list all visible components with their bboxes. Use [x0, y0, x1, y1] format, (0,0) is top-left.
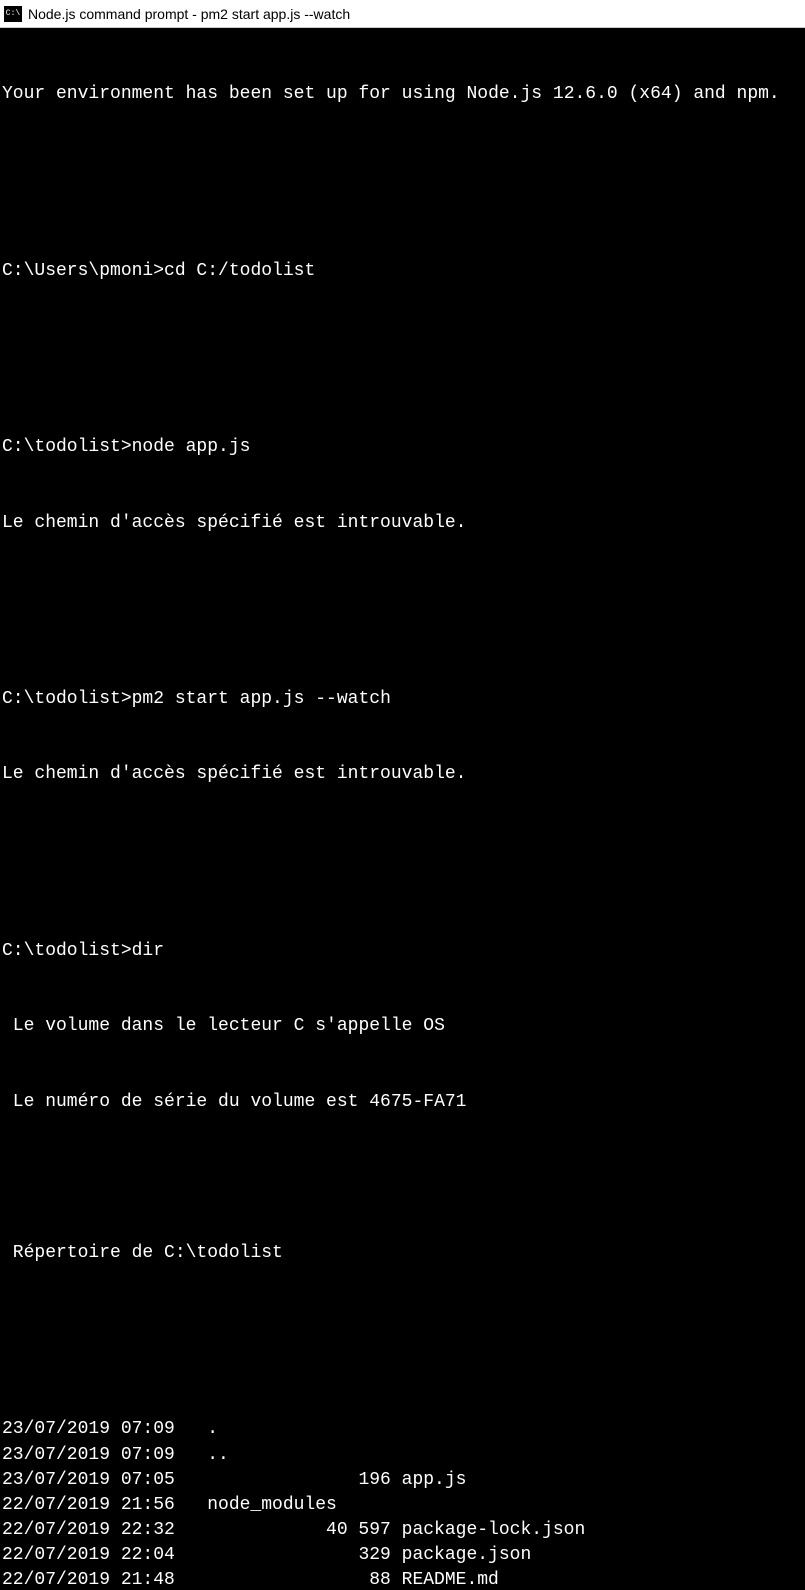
entry-dir-flag [196, 1468, 293, 1493]
prompt-line: C:\Users\pmoni>cd C:/todolist [2, 259, 803, 284]
entry-size: 40 597 [294, 1518, 402, 1543]
entry-size: 196 [294, 1468, 402, 1493]
error-message: Le chemin d'accès spécifié est introuvab… [2, 511, 803, 536]
entry-name: package-lock.json [402, 1518, 803, 1543]
dir-entry: 22/07/201921:48 88README.md [2, 1568, 803, 1590]
window-title: Node.js command prompt - pm2 start app.j… [28, 6, 350, 22]
entry-name: . [207, 1419, 218, 1439]
entry-size [196, 1445, 207, 1465]
prompt-line: C:\todolist>pm2 start app.js --watch [2, 687, 803, 712]
blank-line [2, 1165, 803, 1190]
setup-message: Your environment has been set up for usi… [2, 82, 803, 107]
entry-time: 07:05 [121, 1468, 197, 1493]
volume-label: Le volume dans le lecteur C s'appelle OS [2, 1014, 803, 1039]
entry-dir-flag: node_modules [196, 1493, 293, 1518]
entry-time: 22:04 [121, 1543, 197, 1568]
dir-entry: 23/07/201907:05 196app.js [2, 1468, 803, 1493]
entry-name: README.md [402, 1568, 803, 1590]
prompt: C:\todolist> [2, 941, 132, 961]
blank-line [2, 158, 803, 183]
command: node app.js [132, 437, 251, 457]
error-message: Le chemin d'accès spécifié est introuvab… [2, 762, 803, 787]
dir-entry: 22/07/201921:56node_modules [2, 1493, 803, 1518]
entry-dir-flag [196, 1518, 293, 1543]
entry-time: 21:56 [121, 1493, 197, 1518]
prompt-line: C:\todolist>dir [2, 939, 803, 964]
entry-time: 07:09 [121, 1443, 197, 1468]
entry-date: 22/07/2019 [2, 1568, 121, 1590]
prompt-line: C:\todolist>node app.js [2, 435, 803, 460]
entry-time: 22:32 [121, 1518, 197, 1543]
entry-size [196, 1495, 207, 1515]
command: pm2 start app.js --watch [132, 689, 391, 709]
entry-date: 22/07/2019 [2, 1518, 121, 1543]
blank-line [2, 1317, 803, 1342]
command: cd C:/todolist [164, 261, 315, 281]
entry-date: 22/07/2019 [2, 1493, 121, 1518]
blank-line [2, 586, 803, 611]
entry-size: 329 [294, 1543, 402, 1568]
prompt: C:\todolist> [2, 437, 132, 457]
entry-name: .. [207, 1445, 229, 1465]
directory-of: Répertoire de C:\todolist [2, 1241, 803, 1266]
volume-serial: Le numéro de série du volume est 4675-FA… [2, 1090, 803, 1115]
entry-name: app.js [402, 1468, 803, 1493]
entry-time: 07:09 [121, 1417, 197, 1442]
entry-date: 23/07/2019 [2, 1468, 121, 1493]
blank-line [2, 838, 803, 863]
entry-date: 23/07/2019 [2, 1417, 121, 1442]
directory-listing: 23/07/201907:09.23/07/201907:09..23/07/2… [2, 1417, 803, 1590]
dir-entry: 22/07/201922:32 40 597package-lock.json [2, 1518, 803, 1543]
entry-name: node_modules [207, 1495, 337, 1515]
cmd-icon: C:\ [4, 6, 22, 22]
entry-date: 22/07/2019 [2, 1543, 121, 1568]
terminal-output[interactable]: Your environment has been set up for usi… [0, 28, 805, 1590]
entry-date: 23/07/2019 [2, 1443, 121, 1468]
window-titlebar[interactable]: C:\ Node.js command prompt - pm2 start a… [0, 0, 805, 28]
entry-time: 21:48 [121, 1568, 197, 1590]
blank-line [2, 334, 803, 359]
entry-dir-flag: .. [196, 1443, 293, 1468]
entry-dir-flag: . [196, 1417, 293, 1442]
command: dir [132, 941, 164, 961]
entry-size [196, 1419, 207, 1439]
prompt: C:\Users\pmoni> [2, 261, 164, 281]
prompt: C:\todolist> [2, 689, 132, 709]
dir-entry: 23/07/201907:09. [2, 1417, 803, 1442]
entry-size: 88 [294, 1568, 402, 1590]
entry-name: package.json [402, 1543, 803, 1568]
entry-dir-flag [196, 1568, 293, 1590]
dir-entry: 22/07/201922:04 329package.json [2, 1543, 803, 1568]
dir-entry: 23/07/201907:09.. [2, 1443, 803, 1468]
entry-dir-flag [196, 1543, 293, 1568]
